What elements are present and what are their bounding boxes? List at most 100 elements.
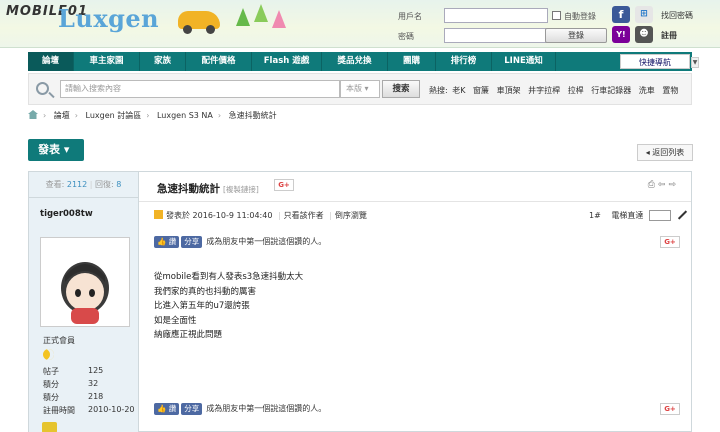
author-rank: 正式會員	[43, 336, 75, 345]
jump-input[interactable]	[648, 210, 671, 221]
site-header: MOBILE01 Luxgen 用戶名 自動登錄 密碼 登錄 f ⊞ 找回密碼 …	[0, 0, 720, 48]
hot-search-term[interactable]: 井字拉桿	[528, 86, 560, 95]
breadcrumb-item[interactable]: Luxgen 討論區	[86, 111, 142, 120]
login-button[interactable]: 登錄	[545, 28, 607, 43]
only-author-link[interactable]: 只看該作者	[284, 211, 324, 220]
hot-search-term[interactable]: 老K	[452, 86, 465, 95]
like-button[interactable]: 👍 讚	[154, 236, 180, 248]
register-link[interactable]: 註冊	[661, 30, 677, 41]
author-stat: 積分 218	[43, 392, 103, 403]
nav-item-owners[interactable]: 車主家園	[74, 52, 140, 71]
search-button[interactable]: 搜索	[382, 80, 420, 98]
gplus-button[interactable]: G+	[274, 179, 294, 191]
like-prompt: 成為朋友中第一個說這個讚的人。	[206, 237, 327, 246]
thread-title-text: 急速抖動統計	[157, 183, 220, 195]
thread: 查看: 2112 | 回復: 8 tiger008tw 正式會員 帖子 125 積…	[28, 171, 692, 432]
copy-link[interactable]: [複製鏈接]	[223, 185, 259, 194]
hot-search-term[interactable]: 拉桿	[568, 86, 584, 95]
nav-item-family[interactable]: 家族	[140, 52, 186, 71]
brand-logo[interactable]: Luxgen	[58, 4, 159, 33]
chevron-down-icon[interactable]: ▼	[691, 57, 699, 68]
posted-label: 發表於	[166, 211, 190, 220]
share-button[interactable]: 分享	[181, 236, 203, 248]
hot-search-term[interactable]: 洗車	[639, 86, 655, 95]
car-illustration	[178, 11, 220, 34]
quick-nav-button[interactable]: 快捷導航 ▼	[620, 54, 699, 69]
home-icon[interactable]	[28, 110, 38, 119]
yahoo-icon[interactable]: Y!	[612, 26, 630, 43]
back-label: 返回列表	[652, 148, 685, 157]
author-name[interactable]: tiger008tw	[29, 198, 138, 219]
gplus-button[interactable]: G+	[660, 403, 680, 415]
prev-thread-icon[interactable]: ⇦	[658, 180, 669, 190]
like-button[interactable]: 👍 讚	[154, 403, 180, 415]
facebook-icon[interactable]: f	[612, 6, 630, 23]
username-input[interactable]	[444, 8, 548, 23]
stat-label: 積分	[43, 380, 59, 389]
quick-nav-label: 快捷導航	[639, 58, 671, 67]
back-to-list-button[interactable]: ◂ 返回列表	[637, 144, 693, 161]
floor-nav: 1# 電梯直達	[589, 210, 688, 221]
username-label: 用戶名	[398, 12, 422, 21]
hot-search-term[interactable]: 車頂架	[497, 86, 521, 95]
new-post-label: 發表	[38, 143, 60, 156]
nav-item-prizes[interactable]: 獎品兌換	[322, 52, 388, 71]
tree-illustration	[272, 10, 286, 28]
avatar-image	[61, 262, 109, 324]
views-label: 查看:	[45, 180, 65, 189]
auto-login-checkbox[interactable]	[552, 11, 561, 20]
avatar[interactable]	[40, 237, 130, 327]
tree-illustration	[236, 8, 250, 26]
stat-value: 32	[88, 379, 99, 388]
new-post-button[interactable]: 發表 ▾	[28, 139, 84, 161]
like-row: 👍 讚分享 成為朋友中第一個說這個讚的人。	[154, 236, 326, 248]
floor-number[interactable]: 1#	[589, 211, 601, 220]
thread-stats: 查看: 2112 | 回復: 8	[29, 172, 138, 198]
author-stat: 帖子 125	[43, 366, 103, 377]
thread-title: 急速抖動統計 [複製鏈接]	[157, 181, 259, 196]
page: MOBILE01 Luxgen 用戶名 自動登錄 密碼 登錄 f ⊞ 找回密碼 …	[0, 0, 720, 432]
hot-search-term[interactable]: 置物	[662, 86, 678, 95]
nav-item-forum[interactable]: 論壇	[28, 52, 74, 71]
post-line: 納廠應正視此問題	[154, 330, 223, 340]
nav-item-parts[interactable]: 配件價格	[186, 52, 252, 71]
next-thread-icon[interactable]: ⇨	[668, 180, 679, 190]
user-icon[interactable]: ☻	[635, 26, 653, 43]
post-line: 我們家的真的也抖動的厲害	[154, 286, 257, 297]
search-scope-select[interactable]: 本版 ▾	[340, 80, 380, 98]
nav-item-ranking[interactable]: 排行榜	[436, 52, 492, 71]
jump-go-icon[interactable]	[678, 210, 688, 220]
nav-item-group-buy[interactable]: 團購	[388, 52, 436, 71]
medal-icon	[42, 422, 57, 432]
hot-search-term[interactable]: 窗簾	[473, 86, 489, 95]
like-label: 讚	[168, 237, 177, 246]
search-input[interactable]: 請輸入搜索內容	[60, 80, 340, 98]
breadcrumb-item[interactable]: 急速抖動統計	[229, 111, 277, 120]
stat-value: 2010-10-20	[88, 405, 135, 414]
windows-icon[interactable]: ⊞	[635, 6, 653, 23]
print-icon[interactable]: ⎙	[648, 180, 658, 190]
post-line: 如是全面性	[154, 315, 197, 326]
stat-label: 註冊時間	[43, 406, 75, 415]
rank-moon-icon	[43, 349, 54, 360]
breadcrumb-item[interactable]: Luxgen S3 NA	[157, 111, 213, 120]
replies-label: 回復:	[95, 180, 114, 189]
hot-search-term[interactable]: 行車記錄器	[591, 86, 631, 95]
search-icon	[36, 82, 49, 95]
share-button[interactable]: 分享	[181, 403, 203, 415]
forgot-password-link[interactable]: 找回密碼	[661, 10, 693, 21]
stat-value: 125	[88, 366, 104, 375]
breadcrumb-item[interactable]: 論壇	[54, 111, 70, 120]
password-input[interactable]	[444, 28, 548, 43]
gplus-button[interactable]: G+	[660, 236, 680, 248]
nav-item-line[interactable]: LINE通知	[492, 52, 556, 71]
author-stat: 註冊時間 2010-10-20	[43, 405, 135, 416]
password-label: 密碼	[398, 32, 414, 41]
post-meta: 發表於 2016-10-9 11:04:40 | 只看該作者 | 倒序瀏覽	[154, 210, 367, 221]
breadcrumb: › 論壇 › Luxgen 討論區 › Luxgen S3 NA › 急速抖動統計	[28, 110, 277, 121]
auto-login-label: 自動登錄	[564, 12, 596, 21]
online-status-icon	[154, 210, 163, 219]
author-sidebar: 查看: 2112 | 回復: 8 tiger008tw 正式會員 帖子 125 積…	[29, 172, 139, 432]
reverse-order-link[interactable]: 倒序瀏覽	[335, 211, 367, 220]
nav-item-flash[interactable]: Flash 遊戲	[252, 52, 322, 71]
